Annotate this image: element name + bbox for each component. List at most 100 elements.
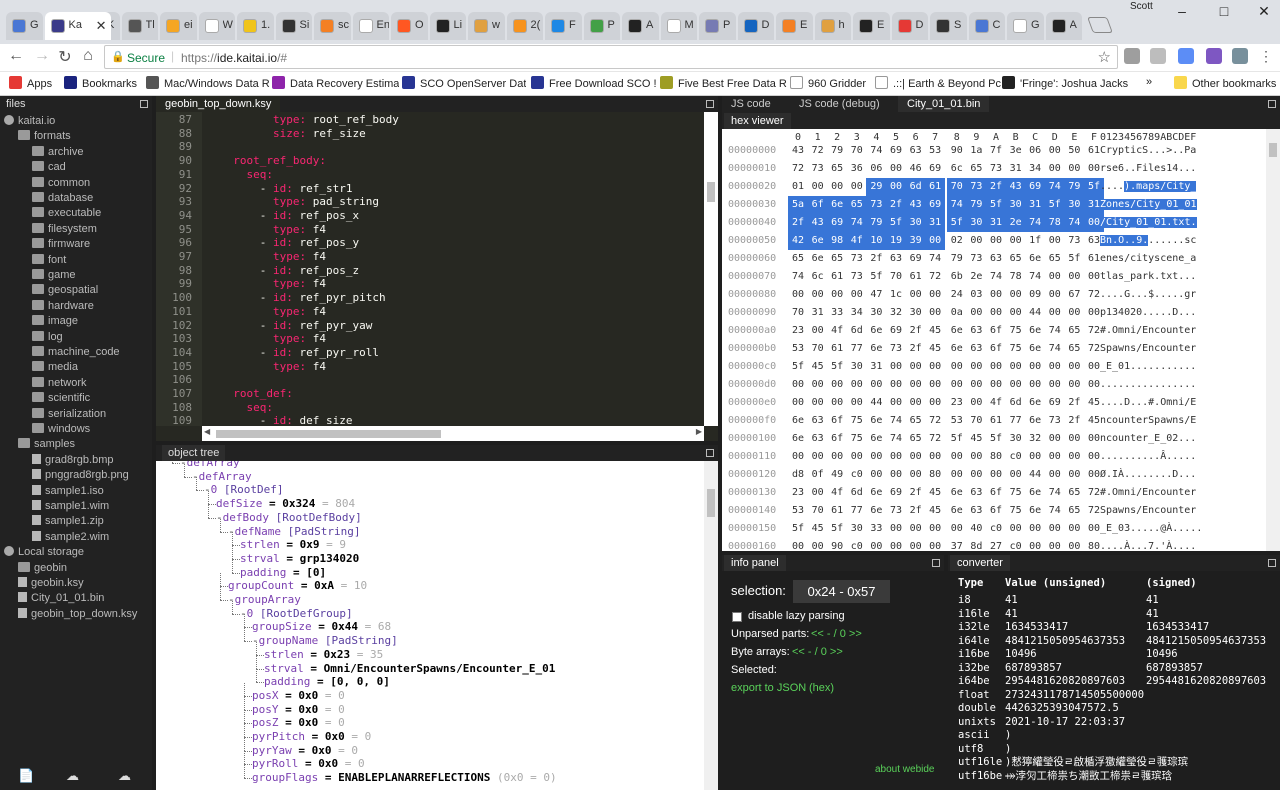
download-file-icon[interactable]: ☁ [118, 768, 131, 784]
hex-row[interactable]: 00000130 23 00 4f 6d 6e 69 2f 45 6e 63 6f 75 6e 74 65 72… [722, 484, 1266, 502]
hex-byte[interactable]: 61 [906, 268, 926, 286]
hex-byte[interactable]: 32 [886, 304, 906, 322]
hex-byte[interactable]: 6e [808, 232, 828, 250]
hex-byte[interactable]: 70 [847, 142, 867, 160]
hex-byte[interactable]: 73 [847, 268, 867, 286]
hex-byte[interactable]: 00 [1045, 466, 1065, 484]
browser-tab[interactable]: O [391, 12, 428, 40]
hex-byte[interactable]: 31 [1006, 160, 1026, 178]
hex-byte[interactable]: 5f [1064, 250, 1084, 268]
hex-byte[interactable]: 31 [925, 214, 945, 232]
hex-byte[interactable]: 00 [986, 376, 1006, 394]
hex-byte[interactable]: 27 [986, 538, 1006, 551]
new-tab-icon[interactable] [1087, 17, 1113, 33]
hex-byte[interactable]: 61 [827, 268, 847, 286]
hex-byte[interactable]: 2f [906, 502, 926, 520]
hex-byte[interactable]: 39 [906, 232, 926, 250]
hex-byte[interactable]: 69 [906, 250, 926, 268]
hex-byte[interactable]: 47 [866, 286, 886, 304]
hex-byte[interactable]: 00 [1006, 376, 1026, 394]
hex-byte[interactable]: 46 [906, 160, 926, 178]
browser-tab[interactable]: G [1007, 12, 1044, 40]
ascii-text[interactable]: ncounterSpawns/E [1100, 412, 1196, 430]
hex-byte[interactable]: 65 [1064, 484, 1084, 502]
hex-row[interactable]: 00000020 01 00 00 00 29 00 6d 61 70 73 2f 43 69 74 79 5f… [722, 178, 1266, 196]
hex-byte[interactable]: 6e [1025, 502, 1045, 520]
browser-tab[interactable]: 1. [237, 12, 274, 40]
ascii-text[interactable]: Ø.IÀ........D... [1100, 466, 1196, 484]
hex-byte[interactable]: 79 [827, 142, 847, 160]
hex-byte[interactable]: 00 [925, 538, 945, 551]
extension-icon[interactable] [1150, 48, 1166, 64]
hex-byte[interactable]: 29 [866, 178, 886, 196]
hex-row[interactable]: 00000040 2f 43 69 74 79 5f 30 31 5f 30 31 2e 74 78 74 00… [722, 214, 1266, 232]
hex-byte[interactable]: 24 [947, 286, 967, 304]
selection-range[interactable]: 0x24 - 0x57 [793, 580, 890, 603]
hex-byte[interactable]: 2f [906, 322, 926, 340]
browser-tab[interactable]: A [622, 12, 659, 40]
export-json-link[interactable]: export to JSON [731, 682, 806, 694]
hex-byte[interactable]: 4f [827, 322, 847, 340]
hex-byte[interactable]: 00 [847, 376, 867, 394]
hex-byte[interactable]: 2e [966, 268, 986, 286]
hex-byte[interactable]: 00 [925, 394, 945, 412]
hex-byte[interactable]: 42 [788, 232, 808, 250]
browser-tab[interactable]: P [699, 12, 736, 40]
hex-byte[interactable]: 65 [1064, 502, 1084, 520]
hex-byte[interactable]: c0 [986, 520, 1006, 538]
hex-byte[interactable]: 69 [886, 322, 906, 340]
hex-byte[interactable]: 00 [808, 286, 828, 304]
hex-byte[interactable]: 19 [886, 232, 906, 250]
hex-byte[interactable]: 6e [866, 412, 886, 430]
hex-byte[interactable]: 69 [925, 160, 945, 178]
hex-byte[interactable]: 74 [886, 430, 906, 448]
hex-byte[interactable]: 45 [808, 358, 828, 376]
tree-node[interactable]: groupSize = 0x44 = 68 [252, 620, 391, 634]
hex-byte[interactable]: 74 [1045, 484, 1065, 502]
hex-byte[interactable]: 00 [886, 448, 906, 466]
hex-byte[interactable]: 00 [1045, 142, 1065, 160]
browser-tab[interactable]: E [853, 12, 890, 40]
bookmark-item[interactable]: Apps [9, 76, 52, 90]
hex-byte[interactable]: 79 [947, 250, 967, 268]
file-tree-item[interactable]: hardware [32, 299, 94, 314]
hex-byte[interactable]: 00 [986, 232, 1006, 250]
unparsed-nav[interactable]: << - / 0 >> [811, 628, 862, 640]
hex-byte[interactable]: 65 [1064, 340, 1084, 358]
hex-byte[interactable]: 00 [866, 448, 886, 466]
ascii-text[interactable]: ncounter_E_02... [1100, 430, 1196, 448]
hex-byte[interactable]: 6e [827, 196, 847, 214]
hex-byte[interactable]: 6e [788, 412, 808, 430]
hex-byte[interactable]: 00 [906, 394, 926, 412]
ascii-text[interactable]: Zones/City_01_01 [1100, 196, 1197, 214]
hex-byte[interactable]: 98 [827, 232, 847, 250]
hex-byte[interactable]: 6f [808, 196, 828, 214]
scroll-thumb[interactable] [1269, 143, 1277, 157]
hex-byte[interactable]: 6c [808, 268, 828, 286]
hex-byte[interactable]: 30 [847, 358, 867, 376]
hex-byte[interactable]: 00 [1064, 538, 1084, 551]
address-bar[interactable]: 🔒 Secure | https://ide.kaitai.io/# ☆ [104, 45, 1118, 69]
file-tree-item[interactable]: network [32, 376, 87, 391]
tree-node[interactable]: -defArray [192, 470, 252, 484]
hex-byte[interactable]: 5f [947, 430, 967, 448]
hex-byte[interactable]: 7f [986, 142, 1006, 160]
tree-node[interactable]: padding = [0, 0, 0] [264, 675, 390, 689]
hex-byte[interactable]: 2f [906, 484, 926, 502]
hex-byte[interactable]: 78 [1006, 268, 1026, 286]
hex-byte[interactable]: 61 [827, 502, 847, 520]
hex-byte[interactable]: 74 [847, 214, 867, 232]
hex-byte[interactable]: 00 [966, 394, 986, 412]
tree-node[interactable]: -0 [RootDefGroup] [240, 607, 353, 621]
hex-byte[interactable]: 3e [1006, 142, 1026, 160]
hex-byte[interactable]: 00 [1006, 466, 1026, 484]
hex-byte[interactable]: 33 [827, 304, 847, 322]
hex-byte[interactable]: 00 [1006, 520, 1026, 538]
hex-byte[interactable]: 73 [808, 160, 828, 178]
hex-byte[interactable]: 00 [986, 286, 1006, 304]
browser-tab[interactable]: 2( [507, 12, 544, 40]
tree-node[interactable]: groupCount = 0xA = 10 [228, 579, 367, 593]
hex-byte[interactable]: 00 [1064, 358, 1084, 376]
ascii-text[interactable]: _E_03.....@À..... [1100, 520, 1202, 538]
hex-row[interactable]: 000000e0 00 00 00 00 44 00 00 00 23 00 4f 6d 6e 69 2f 45… [722, 394, 1266, 412]
